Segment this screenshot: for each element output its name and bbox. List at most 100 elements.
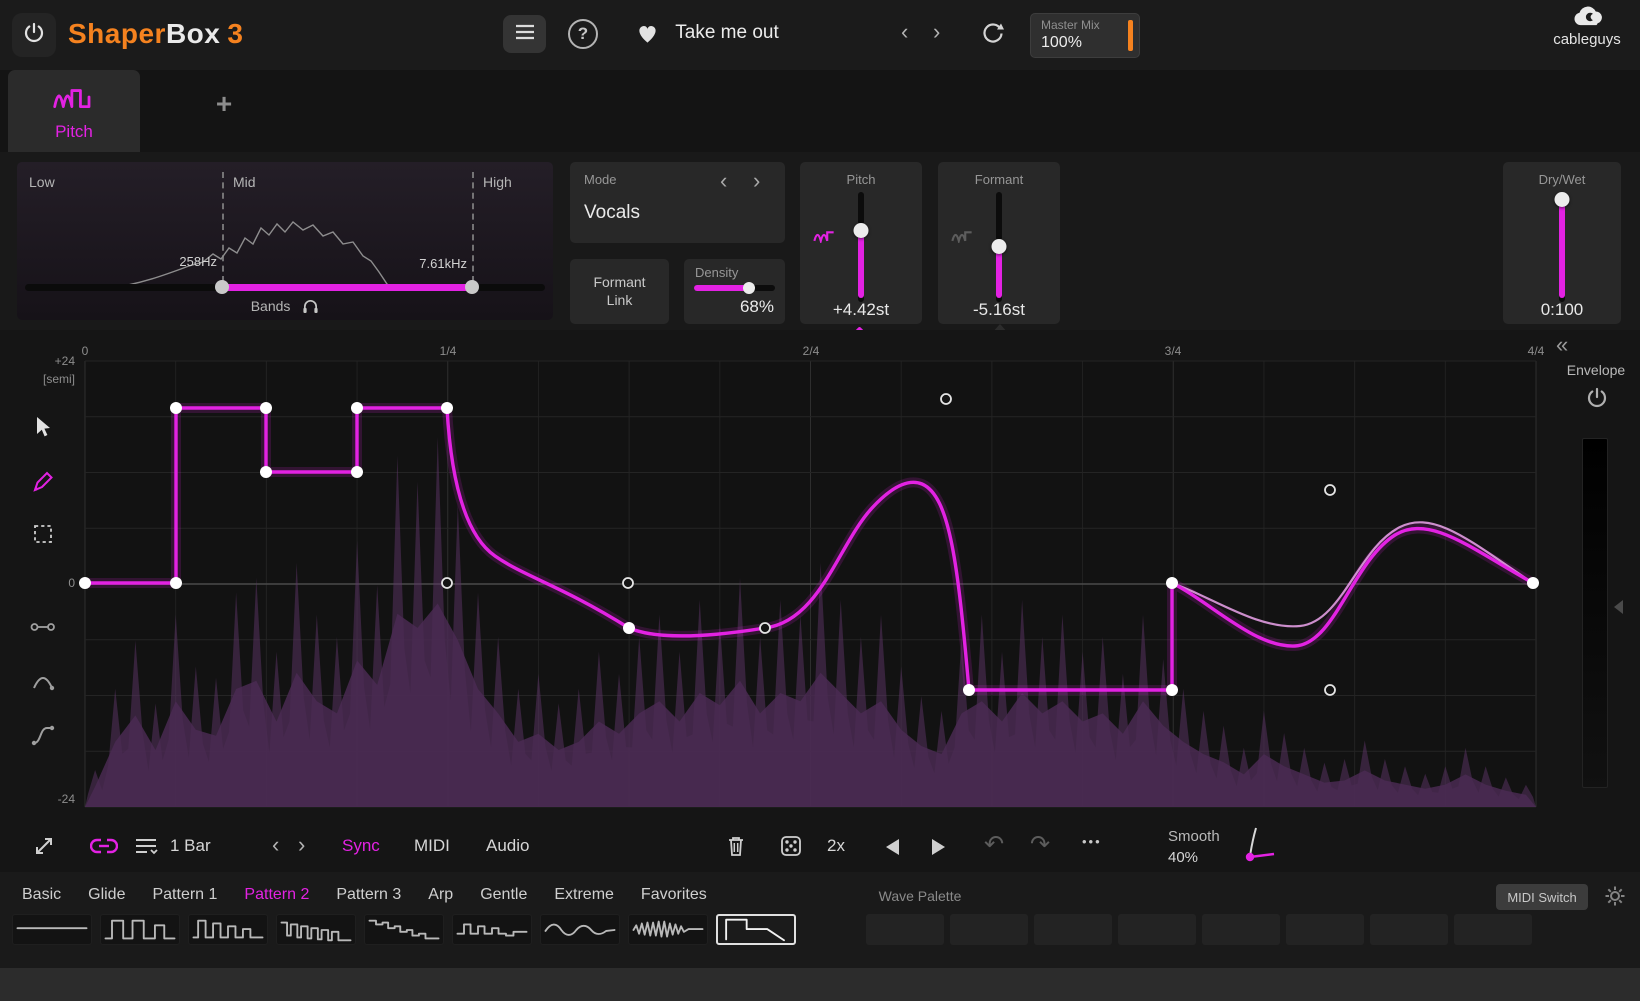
mode-value[interactable]: Vocals <box>584 202 640 224</box>
shaperbox-window: ShaperBox3 ? Take me out ‹ › Master Mix … <box>0 0 1640 1001</box>
pitch-slider-fill <box>858 230 864 298</box>
density-handle[interactable] <box>743 282 755 294</box>
tab-pitch-label: Pitch <box>8 122 140 142</box>
band-split-low-mid[interactable] <box>222 172 224 282</box>
formant-slider-handle[interactable] <box>992 239 1007 254</box>
envelope-amount-slider[interactable] <box>1582 438 1608 788</box>
master-mix-value: 100% <box>1041 34 1082 52</box>
palette-slot-6[interactable] <box>1286 914 1364 945</box>
cursor-tool-icon[interactable] <box>30 414 56 440</box>
palette-slot-7[interactable] <box>1370 914 1448 945</box>
s-curve-mode-icon[interactable] <box>30 722 56 748</box>
wave-thumbnail-8[interactable] <box>628 914 708 945</box>
gear-icon[interactable] <box>1604 885 1626 912</box>
wave-thumbnail-3[interactable] <box>188 914 268 945</box>
preset-name[interactable]: Take me out <box>662 22 792 44</box>
preset-prev-icon[interactable]: ‹ <box>901 21 908 43</box>
band-split-mid-high[interactable] <box>472 172 474 282</box>
expand-icon[interactable] <box>32 834 56 863</box>
bands-panel[interactable]: Low Mid High 258Hz 7.61kHz Bands <box>17 162 553 320</box>
marquee-tool-icon[interactable] <box>30 521 56 547</box>
pattern-tab-pattern-2[interactable]: Pattern 2 <box>244 886 309 904</box>
length-value[interactable]: 1 Bar <box>170 836 211 856</box>
midi-button[interactable]: MIDI <box>414 836 450 856</box>
more-icon[interactable]: ••• <box>1082 834 1102 849</box>
band-handle-high[interactable] <box>465 280 479 294</box>
undo-icon[interactable]: ↶ <box>984 830 1004 859</box>
headphones-icon[interactable] <box>302 298 319 317</box>
wave-thumbnail-7[interactable] <box>540 914 620 945</box>
pattern-tab-pattern-3[interactable]: Pattern 3 <box>336 886 401 904</box>
palette-slot-1[interactable] <box>866 914 944 945</box>
pattern-tab-glide[interactable]: Glide <box>88 886 125 904</box>
palette-slot-8[interactable] <box>1454 914 1532 945</box>
preset-next-icon[interactable]: › <box>933 21 940 43</box>
envelope-power-icon[interactable] <box>1585 386 1609 415</box>
app-logo: ShaperBox3 <box>68 18 243 50</box>
trash-icon[interactable] <box>726 835 746 862</box>
wave-thumbnail-2[interactable] <box>100 914 180 945</box>
pattern-tab-basic[interactable]: Basic <box>22 886 61 904</box>
master-mix[interactable]: Master Mix 100% <box>1030 13 1140 58</box>
bands-footer[interactable]: Bands <box>17 298 553 317</box>
line-mode-icon[interactable] <box>30 614 56 640</box>
palette-slot-2[interactable] <box>950 914 1028 945</box>
pattern-tab-extreme[interactable]: Extreme <box>554 886 614 904</box>
pitch-wave-icon <box>812 228 836 248</box>
length-prev-icon[interactable]: ‹ <box>272 834 279 856</box>
pen-tool-icon[interactable] <box>30 468 56 494</box>
play-reverse-icon[interactable] <box>886 839 899 855</box>
drywet-slider-handle[interactable] <box>1555 192 1570 207</box>
envelope-panel-title: Envelope <box>1552 362 1640 378</box>
pattern-tab-pattern-1[interactable]: Pattern 1 <box>152 886 217 904</box>
link-icon[interactable] <box>90 835 118 862</box>
menu-button[interactable] <box>503 15 546 53</box>
density-panel[interactable]: Density 68% <box>684 259 785 324</box>
wave-thumbnail-9[interactable] <box>716 914 796 945</box>
smooth-curve-icon[interactable] <box>1238 826 1280 869</box>
midi-switch-button[interactable]: MIDI Switch <box>1496 884 1588 910</box>
loop-button[interactable] <box>972 15 1014 55</box>
wave-thumbnail-5[interactable] <box>364 914 444 945</box>
mode-panel[interactable]: Mode ‹ › Vocals <box>570 162 785 243</box>
drywet-slider-fill <box>1559 199 1565 298</box>
play-forward-icon[interactable] <box>932 839 945 855</box>
envelope-editor-canvas[interactable] <box>0 330 1640 830</box>
redo-icon[interactable]: ↷ <box>1030 830 1050 859</box>
drywet-label: Dry/Wet <box>1503 172 1621 187</box>
power-button[interactable] <box>12 13 56 57</box>
pattern-tab-arp[interactable]: Arp <box>428 886 453 904</box>
wave-thumbnail-6[interactable] <box>452 914 532 945</box>
drywet-panel[interactable]: Dry/Wet 0:100 <box>1503 162 1621 324</box>
mode-next-icon[interactable]: › <box>753 170 760 192</box>
formant-panel[interactable]: Formant -5.16st <box>938 162 1060 324</box>
pitch-slider-handle[interactable] <box>854 223 869 238</box>
palette-slot-3[interactable] <box>1034 914 1112 945</box>
tab-pitch[interactable]: Pitch <box>8 70 140 152</box>
wave-thumbnail-1[interactable] <box>12 914 92 945</box>
wave-menu-icon[interactable] <box>134 836 158 861</box>
density-slider[interactable] <box>694 285 775 291</box>
speed-multiplier[interactable]: 2x <box>827 836 845 856</box>
smooth-control[interactable]: Smooth 40% <box>1168 828 1232 866</box>
palette-slot-4[interactable] <box>1118 914 1196 945</box>
pattern-tab-favorites[interactable]: Favorites <box>641 886 707 904</box>
formant-link-button[interactable]: Formant Link <box>570 259 669 324</box>
palette-slot-5[interactable] <box>1202 914 1280 945</box>
pattern-tab-gentle[interactable]: Gentle <box>480 886 527 904</box>
slider-arrow-icon[interactable] <box>1614 600 1623 614</box>
sync-button[interactable]: Sync <box>342 836 380 856</box>
dice-icon[interactable] <box>780 835 802 862</box>
wave-thumbnail-4[interactable] <box>276 914 356 945</box>
audio-button[interactable]: Audio <box>486 836 529 856</box>
curve-mode-icon[interactable] <box>30 668 56 694</box>
mode-prev-icon[interactable]: ‹ <box>720 170 727 192</box>
scale-bottom-label: -24 <box>25 792 75 806</box>
length-next-icon[interactable]: › <box>298 834 305 856</box>
collapse-icon[interactable]: « <box>1556 332 1568 358</box>
help-button[interactable]: ? <box>568 19 598 49</box>
band-handle-low[interactable] <box>215 280 229 294</box>
pitch-panel[interactable]: Pitch +4.42st <box>800 162 922 324</box>
add-tab-button[interactable]: + <box>206 88 242 120</box>
favorite-heart-icon[interactable] <box>636 23 659 49</box>
